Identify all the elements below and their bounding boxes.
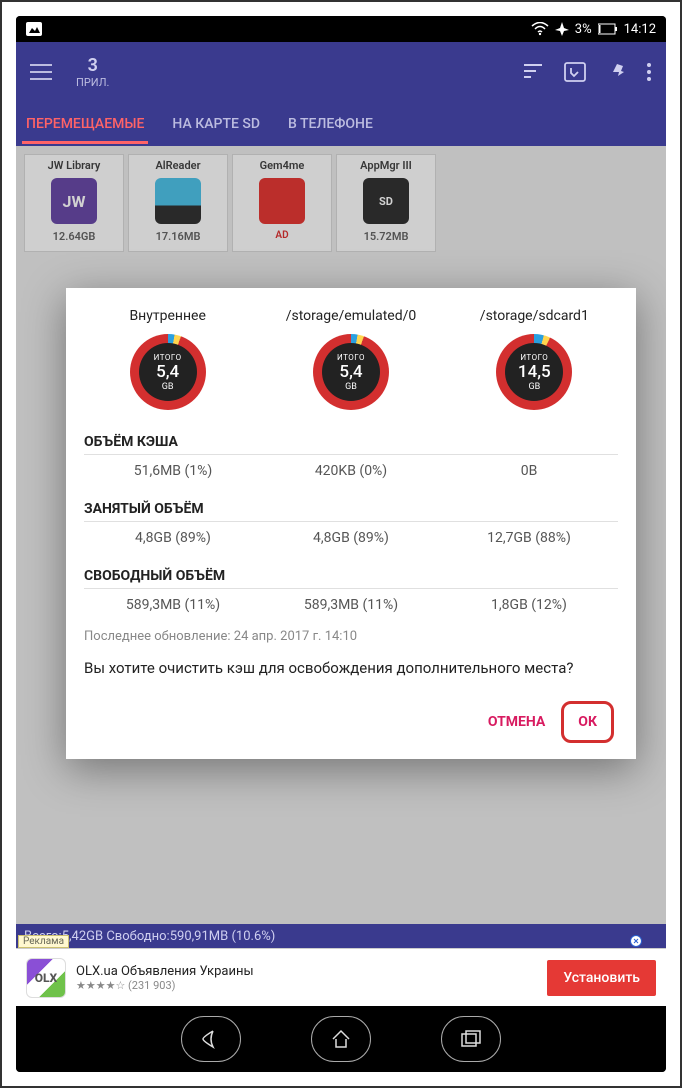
ok-button[interactable]: ОК — [561, 701, 614, 743]
used-row: 4,8GB (89%)4,8GB (89%)12,7GB (88%) — [84, 521, 618, 554]
battery-icon — [598, 23, 618, 35]
ad-rating: ★★★★☆ (231 903) — [76, 979, 254, 992]
home-button[interactable] — [311, 1016, 371, 1062]
menu-icon[interactable] — [30, 64, 52, 80]
more-icon[interactable] — [646, 62, 652, 82]
ad-label: Реклама — [18, 935, 69, 948]
tab-bar: ПЕРЕМЕЩАЕМЫЕ НА КАРТЕ SD В ТЕЛЕФОНЕ — [16, 102, 666, 146]
cancel-button[interactable]: ОТМЕНА — [480, 704, 553, 740]
last-update: Последнее обновление: 24 апр. 2017 г. 14… — [84, 621, 618, 658]
install-button[interactable]: Установить — [547, 960, 656, 996]
clock: 14:12 — [624, 22, 656, 37]
storage-icon[interactable] — [564, 62, 586, 82]
storage-emulated: /storage/emulated/0 ИТОГО5,4GB — [259, 308, 442, 410]
storage-sdcard: /storage/sdcard1 ИТОГО14,5GB — [443, 308, 626, 410]
used-heading: ЗАНЯТЫЙ ОБЪЁМ — [84, 501, 618, 521]
ad-logo: OLX — [26, 958, 66, 998]
storage-internal: Внутреннее ИТОГО5,4GB — [76, 308, 259, 410]
ad-title: OLX.ua Объявления Украины — [76, 964, 254, 979]
recents-button[interactable] — [441, 1016, 501, 1062]
tab-onphone[interactable]: В ТЕЛЕФОНЕ — [288, 104, 373, 144]
storage-dialog: Внутреннее ИТОГО5,4GB /storage/emulated/… — [66, 288, 636, 759]
back-button[interactable] — [181, 1016, 241, 1062]
donut-chart: ИТОГО14,5GB — [496, 334, 572, 410]
free-heading: СВОБОДНЫЙ ОБЪЁМ — [84, 568, 618, 588]
cache-row: 51,6MB (1%)420KB (0%)0B — [84, 454, 618, 487]
wifi-icon — [531, 22, 549, 36]
tab-onsd[interactable]: НА КАРТЕ SD — [172, 104, 260, 144]
app-header: 3 ПРИЛ. — [16, 42, 666, 102]
status-bar: 3% 14:12 — [16, 16, 666, 42]
clean-icon[interactable] — [606, 62, 626, 82]
free-row: 589,3MB (11%)589,3MB (11%)1,8GB (12%) — [84, 588, 618, 621]
app-count: 3 ПРИЛ. — [76, 55, 109, 89]
tab-movable[interactable]: ПЕРЕМЕЩАЕМЫЕ — [26, 104, 144, 144]
sort-icon[interactable] — [524, 64, 544, 80]
ad-close-icon[interactable] — [630, 935, 642, 947]
cache-heading: ОБЪЁМ КЭША — [84, 434, 618, 454]
airplane-icon — [555, 22, 569, 36]
image-icon — [26, 22, 42, 36]
donut-chart: ИТОГО5,4GB — [313, 334, 389, 410]
dialog-question: Вы хотите очистить кэш для освобождения … — [84, 658, 618, 693]
ad-banner[interactable]: Реклама OLX OLX.ua Объявления Украины ★★… — [16, 948, 666, 1006]
battery-pct: 3% — [575, 22, 592, 37]
nav-bar — [16, 1006, 666, 1072]
storage-summary-strip: Всего:5,42GB Свободно:590,91MB (10.6%) — [16, 924, 666, 948]
donut-chart: ИТОГО5,4GB — [130, 334, 206, 410]
